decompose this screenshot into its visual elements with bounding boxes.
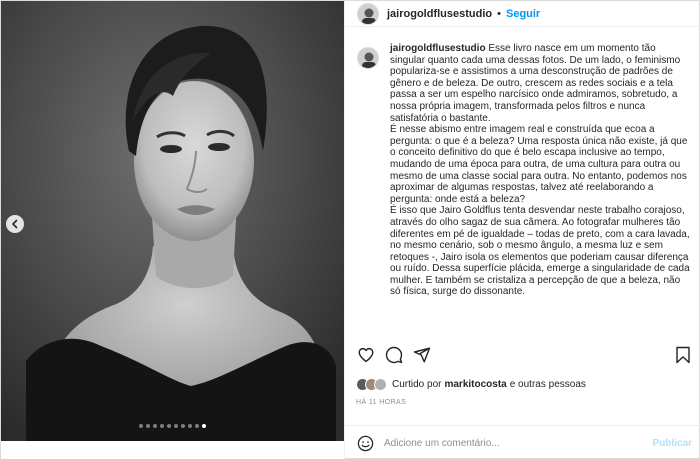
- avatar[interactable]: [357, 2, 379, 25]
- liker-avatars[interactable]: [356, 377, 387, 391]
- post-media: [1, 1, 344, 459]
- carousel-dot: [202, 424, 206, 428]
- carousel-indicator: [1, 424, 344, 428]
- likes-user-link[interactable]: markitocosta: [444, 379, 506, 390]
- post-timestamp[interactable]: HÁ 11 HORAS: [356, 399, 406, 406]
- carousel-dot: [146, 424, 150, 428]
- comment-icon: [385, 346, 403, 364]
- follow-button[interactable]: Seguir: [506, 8, 540, 20]
- carousel-prev-button[interactable]: [6, 215, 24, 233]
- comment-input[interactable]: [384, 437, 653, 449]
- carousel-dot: [174, 424, 178, 428]
- likes-summary: Curtido por markitocosta e outras pessoa…: [345, 375, 700, 393]
- share-button[interactable]: [411, 344, 433, 366]
- caption-username[interactable]: jairogoldflusestudio: [390, 43, 486, 54]
- avatar: [374, 377, 387, 391]
- post-caption: jairogoldflusestudio Esse livro nasce em…: [390, 43, 692, 337]
- profile-photo: [358, 48, 378, 68]
- caption-paragraph: É isso que Jairo Goldflus tenta desvenda…: [390, 205, 690, 298]
- emoji-icon: [357, 435, 373, 451]
- post-actions: [345, 344, 700, 366]
- likes-prefix: Curtido por: [392, 378, 442, 390]
- caption-paragraph: É nesse abismo entre imagem real e const…: [390, 124, 688, 205]
- publish-button[interactable]: Publicar: [653, 438, 692, 449]
- header-username[interactable]: jairogoldflusestudio: [387, 8, 492, 20]
- paper-plane-icon: [413, 347, 431, 363]
- avatar[interactable]: [357, 47, 379, 69]
- carousel-dot: [181, 424, 185, 428]
- portrait-photo: [1, 1, 344, 441]
- likes-suffix[interactable]: e outras pessoas: [510, 379, 586, 390]
- comments-area: jairogoldflusestudio Esse livro nasce em…: [345, 37, 700, 337]
- carousel-dot: [139, 424, 143, 428]
- post-dialog: jairogoldflusestudio • Seguir jairogoldf…: [0, 0, 700, 459]
- heart-icon: [358, 347, 374, 363]
- header-separator: •: [497, 7, 501, 20]
- carousel-dot: [153, 424, 157, 428]
- caption-text: Esse livro nasce em um momento tão singu…: [390, 43, 681, 124]
- carousel-dot: [188, 424, 192, 428]
- comment-button[interactable]: [383, 344, 405, 366]
- profile-photo: [358, 3, 378, 24]
- carousel-dot: [160, 424, 164, 428]
- like-button[interactable]: [355, 344, 377, 366]
- emoji-button[interactable]: [356, 434, 374, 452]
- bookmark-icon: [676, 346, 690, 364]
- media-bottom-strip: [1, 441, 344, 459]
- post-header: jairogoldflusestudio • Seguir: [345, 1, 700, 27]
- chevron-left-icon: [11, 219, 18, 229]
- carousel-dot: [167, 424, 171, 428]
- caption-paragraph: jairogoldflusestudio Esse livro nasce em…: [390, 43, 692, 124]
- save-button[interactable]: [672, 344, 694, 366]
- post-sidebar: jairogoldflusestudio • Seguir jairogoldf…: [344, 1, 700, 459]
- carousel-dot: [195, 424, 199, 428]
- add-comment-bar: Publicar: [345, 425, 700, 459]
